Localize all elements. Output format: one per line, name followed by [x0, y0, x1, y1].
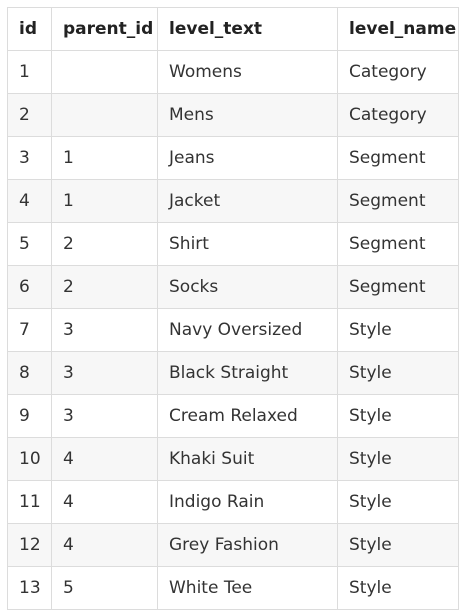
cell-level-name: Style — [337, 566, 459, 610]
cell-level-name: Style — [337, 394, 459, 438]
cell-level-text: Cream Relaxed — [157, 394, 338, 438]
cell-level-text: Jacket — [157, 179, 338, 223]
cell-level-name: Segment — [337, 222, 459, 266]
cell-id: 2 — [7, 93, 52, 137]
cell-parent-id: 3 — [51, 394, 158, 438]
cell-parent-id: 3 — [51, 308, 158, 352]
cell-level-name: Style — [337, 308, 459, 352]
table-body: 1 Womens Category 2 Mens Category 3 1 Jeans Segme… — [7, 50, 459, 610]
table-row: 5 2 Shirt Segment — [7, 222, 459, 266]
cell-parent-id: 2 — [51, 265, 158, 309]
cell-id: 1 — [7, 50, 52, 94]
cell-level-text: Khaki Suit — [157, 437, 338, 481]
cell-id: 8 — [7, 351, 52, 395]
cell-parent-id: 4 — [51, 480, 158, 524]
table-row: 6 2 Socks Segment — [7, 265, 459, 309]
cell-level-name: Style — [337, 437, 459, 481]
header-row: id parent_id level_text level_name — [7, 7, 459, 51]
cell-level-name: Segment — [337, 136, 459, 180]
cell-level-text: Grey Fashion — [157, 523, 338, 567]
data-table-container: id parent_id level_text level_name 1 Wome… — [7, 7, 459, 610]
cell-level-name: Segment — [337, 265, 459, 309]
cell-id: 9 — [7, 394, 52, 438]
cell-level-name: Segment — [337, 179, 459, 223]
table-header: id parent_id level_text level_name — [7, 7, 459, 51]
cell-level-text: Jeans — [157, 136, 338, 180]
cell-parent-id: 4 — [51, 437, 158, 481]
cell-parent-id: 3 — [51, 351, 158, 395]
cell-level-text: Mens — [157, 93, 338, 137]
cell-level-name: Category — [337, 50, 459, 94]
cell-level-text: Navy Oversized — [157, 308, 338, 352]
cell-level-text: Black Straight — [157, 351, 338, 395]
table-row: 13 5 White Tee Style — [7, 566, 459, 610]
cell-level-text: Indigo Rain — [157, 480, 338, 524]
cell-parent-id — [51, 93, 158, 137]
cell-level-text: Womens — [157, 50, 338, 94]
cell-level-name: Category — [337, 93, 459, 137]
cell-parent-id: 1 — [51, 179, 158, 223]
cell-parent-id: 2 — [51, 222, 158, 266]
header-level-name: level_name — [337, 7, 459, 51]
table-row: 11 4 Indigo Rain Style — [7, 480, 459, 524]
data-table: id parent_id level_text level_name 1 Wome… — [7, 7, 459, 610]
cell-parent-id — [51, 50, 158, 94]
cell-level-text: White Tee — [157, 566, 338, 610]
cell-id: 3 — [7, 136, 52, 180]
cell-id: 6 — [7, 265, 52, 309]
cell-id: 10 — [7, 437, 52, 481]
table-row: 8 3 Black Straight Style — [7, 351, 459, 395]
cell-id: 13 — [7, 566, 52, 610]
header-id: id — [7, 7, 52, 51]
header-level-text: level_text — [157, 7, 338, 51]
table-row: 7 3 Navy Oversized Style — [7, 308, 459, 352]
cell-level-text: Shirt — [157, 222, 338, 266]
table-row: 9 3 Cream Relaxed Style — [7, 394, 459, 438]
cell-parent-id: 1 — [51, 136, 158, 180]
table-row: 3 1 Jeans Segment — [7, 136, 459, 180]
cell-id: 12 — [7, 523, 52, 567]
table-row: 4 1 Jacket Segment — [7, 179, 459, 223]
cell-level-name: Style — [337, 351, 459, 395]
header-parent-id: parent_id — [51, 7, 158, 51]
table-row: 10 4 Khaki Suit Style — [7, 437, 459, 481]
table-row: 1 Womens Category — [7, 50, 459, 94]
cell-parent-id: 5 — [51, 566, 158, 610]
cell-level-name: Style — [337, 480, 459, 524]
table-row: 12 4 Grey Fashion Style — [7, 523, 459, 567]
cell-parent-id: 4 — [51, 523, 158, 567]
cell-id: 4 — [7, 179, 52, 223]
table-row: 2 Mens Category — [7, 93, 459, 137]
cell-id: 7 — [7, 308, 52, 352]
cell-id: 11 — [7, 480, 52, 524]
cell-level-text: Socks — [157, 265, 338, 309]
cell-level-name: Style — [337, 523, 459, 567]
cell-id: 5 — [7, 222, 52, 266]
